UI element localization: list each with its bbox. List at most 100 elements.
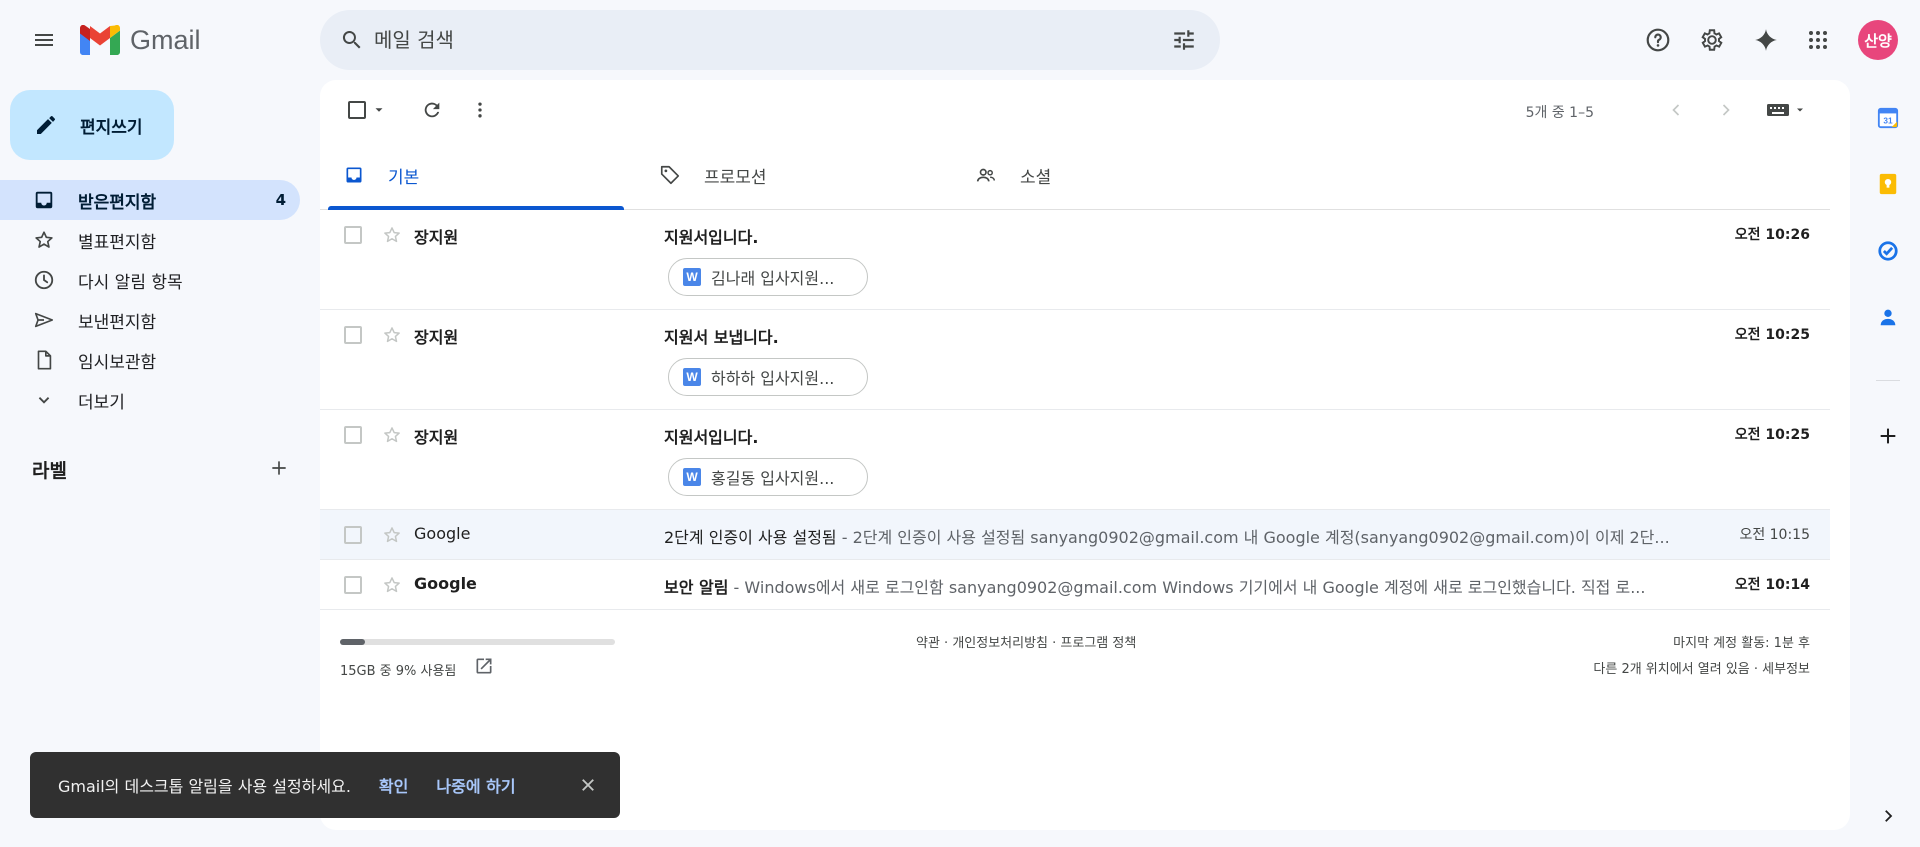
show-side-panel-button[interactable] — [1870, 798, 1906, 834]
pencil-icon — [37, 116, 55, 134]
manage-storage-link[interactable] — [474, 656, 494, 676]
send-icon — [32, 308, 56, 332]
snackbar-later-button[interactable]: 나중에 하기 — [436, 773, 515, 797]
hamburger-menu-icon — [35, 34, 53, 46]
select-all-dropdown[interactable] — [340, 90, 394, 130]
row-star-button[interactable] — [380, 423, 404, 447]
main-menu-button[interactable] — [20, 16, 68, 64]
tab-primary[interactable]: 기본 — [320, 140, 624, 210]
email-sender: 장지원 — [414, 328, 459, 347]
notification-snackbar: Gmail의 데스크톱 알림을 사용 설정하세요. 확인 나중에 하기 — [30, 752, 620, 818]
email-time: 오전 10:25 — [1734, 327, 1810, 343]
sidebar-item-starred[interactable]: 별표편지함 — [0, 220, 300, 260]
account-avatar[interactable]: 산양 — [1858, 20, 1898, 60]
footer-policy-links[interactable]: 약관 · 개인정보처리방침 · 프로그램 정책 — [916, 632, 1136, 651]
plus-icon — [272, 461, 286, 475]
newer-button[interactable] — [1656, 90, 1696, 130]
email-content: 보안 알림 - Windows에서 새로 로그인함 sanyang0902@gm… — [664, 574, 1704, 598]
row-checkbox[interactable] — [344, 576, 362, 594]
sidebar-item-drafts[interactable]: 임시보관함 — [0, 340, 300, 380]
open-in-new-icon — [476, 658, 492, 674]
create-label-button[interactable] — [263, 452, 295, 484]
email-subject: 지원서입니다. — [664, 228, 759, 247]
email-time: 오전 10:26 — [1734, 227, 1810, 243]
keep-app-button[interactable] — [1864, 164, 1912, 204]
row-checkbox[interactable] — [344, 426, 362, 444]
attachment-chip[interactable]: W 김나래 입사지원... — [668, 258, 868, 296]
tab-promotions[interactable]: 프로모션 — [636, 140, 940, 210]
side-panel-divider — [1876, 380, 1900, 381]
tasks-app-button[interactable] — [1864, 231, 1912, 271]
sidebar-item-snoozed[interactable]: 다시 알림 항목 — [0, 260, 300, 300]
sidebar-item-more[interactable]: 더보기 — [0, 380, 300, 420]
search-button[interactable] — [336, 24, 368, 56]
snackbar-close-button[interactable] — [576, 773, 600, 797]
tab-label: 소셜 — [1020, 167, 1052, 188]
labels-heading: 라벨 — [32, 460, 67, 482]
storage-meter-fill — [340, 639, 365, 645]
checkbox-icon — [348, 101, 366, 119]
email-row[interactable]: 장지원 지원서입니다. 오전 10:25 W 홍길동 입사지원... — [320, 410, 1830, 510]
row-star-button[interactable] — [380, 223, 404, 247]
older-button[interactable] — [1706, 90, 1746, 130]
get-addons-button[interactable] — [1864, 416, 1912, 456]
attachment-chip[interactable]: W 홍길동 입사지원... — [668, 458, 868, 496]
email-row[interactable]: 장지원 지원서입니다. 오전 10:26 W 김나래 입사지원... — [320, 210, 1830, 310]
refresh-button[interactable] — [412, 90, 452, 130]
sidebar-item-label: 받은편지함 — [78, 192, 157, 213]
row-star-button[interactable] — [380, 573, 404, 597]
email-snippet: - Windows에서 새로 로그인함 sanyang0902@gmail.co… — [728, 578, 1646, 597]
row-checkbox[interactable] — [344, 526, 362, 544]
row-checkbox[interactable] — [344, 226, 362, 244]
account-details-link[interactable]: 다른 2개 위치에서 열려 있음 · 세부정보 — [1593, 658, 1810, 677]
attachment-chip[interactable]: W 하하하 입사지원... — [668, 358, 868, 396]
email-time: 오전 10:25 — [1734, 427, 1810, 443]
tasks-icon — [1878, 241, 1898, 261]
email-list: 장지원 지원서입니다. 오전 10:26 W 김나래 입사지원... 장지원 지… — [320, 210, 1830, 610]
pagination-text: 5개 중 1–5 — [1525, 105, 1594, 121]
row-checkbox[interactable] — [344, 326, 362, 344]
email-content: 지원서 보냅니다. — [664, 324, 1704, 348]
star-icon — [384, 227, 400, 243]
tab-social[interactable]: 소셜 — [952, 140, 1256, 210]
help-button[interactable] — [1638, 20, 1678, 60]
email-snippet: - 2단계 인증이 사용 설정됨 sanyang0902@gmail.com 내… — [836, 528, 1670, 547]
row-star-button[interactable] — [380, 323, 404, 347]
row-star-button[interactable] — [380, 523, 404, 547]
google-apps-button[interactable] — [1798, 20, 1838, 60]
email-row[interactable]: 장지원 지원서 보냅니다. 오전 10:25 W 하하하 입사지원... — [320, 310, 1830, 410]
attachment-name: 김나래 입사지원... — [711, 269, 835, 288]
gemini-button[interactable] — [1746, 20, 1786, 60]
mail-toolbar: 5개 중 1–5 — [320, 80, 1850, 140]
snackbar-message: Gmail의 데스크톱 알림을 사용 설정하세요. — [58, 777, 351, 796]
sidebar-item-label: 더보기 — [78, 392, 125, 413]
search-options-button[interactable] — [1168, 24, 1200, 56]
storage-usage-text: 15GB 중 9% 사용됨 — [340, 664, 457, 679]
gmail-logo[interactable]: Gmail — [80, 22, 201, 58]
search-input[interactable] — [374, 10, 1134, 70]
sidebar-item-sent[interactable]: 보낸편지함 — [0, 300, 300, 340]
snackbar-confirm-button[interactable]: 확인 — [379, 773, 408, 797]
top-bar: Gmail 산양 — [0, 0, 1920, 80]
compose-label: 편지쓰기 — [80, 117, 143, 138]
email-row[interactable]: Google 보안 알림 - Windows에서 새로 로그인함 sanyang… — [320, 560, 1830, 610]
sidebar-item-label: 보낸편지함 — [78, 312, 157, 333]
email-row[interactable]: Google 2단계 인증이 사용 설정됨 - 2단계 인증이 사용 설정됨 s… — [320, 510, 1830, 560]
compose-button[interactable]: 편지쓰기 — [10, 90, 174, 160]
star-icon — [32, 228, 56, 252]
input-tools-button[interactable] — [1756, 90, 1816, 130]
attachment-name: 홍길동 입사지원... — [711, 469, 835, 488]
email-content: 지원서입니다. — [664, 224, 1704, 248]
sidebar-item-label: 다시 알림 항목 — [78, 272, 183, 293]
more-vert-icon — [478, 102, 482, 118]
more-actions-button[interactable] — [460, 90, 500, 130]
apps-grid-icon — [1809, 31, 1827, 49]
calendar-app-button[interactable]: 31 — [1864, 98, 1912, 138]
settings-button[interactable] — [1692, 20, 1732, 60]
star-icon — [384, 327, 400, 343]
sidebar-item-label: 임시보관함 — [78, 352, 157, 373]
contacts-app-button[interactable] — [1864, 297, 1912, 337]
caret-down-icon — [375, 108, 383, 112]
sidebar-item-inbox[interactable]: 받은편지함 4 — [0, 180, 300, 220]
email-content: 지원서입니다. — [664, 424, 1704, 448]
